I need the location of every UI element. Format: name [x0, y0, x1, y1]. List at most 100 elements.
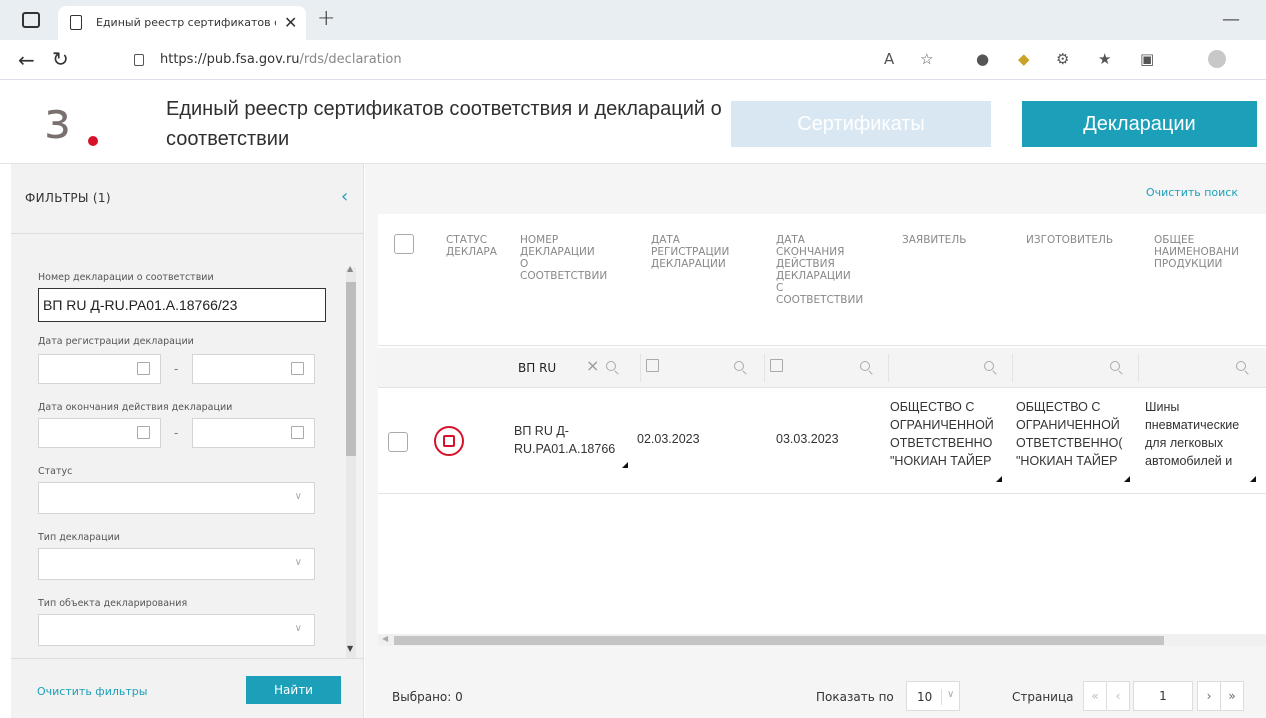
decl-number-input[interactable]: ВП RU Д-RU.PA01.A.18766/23 — [38, 288, 326, 322]
filters-footer: Очистить фильтры Найти — [11, 658, 364, 718]
window-menu-icon[interactable] — [22, 12, 40, 28]
site-logo[interactable]: з — [44, 96, 71, 146]
per-page-select[interactable]: 10 ∨ — [906, 681, 960, 711]
lock-icon[interactable] — [134, 54, 144, 66]
browser-tab[interactable]: Единый реестр сертификатов с ✕ — [58, 6, 306, 40]
clear-search-link[interactable]: Очистить поиск — [1146, 186, 1238, 199]
filter-row: ВП RU × — [378, 348, 1266, 388]
collapse-filters-icon[interactable]: ‹ — [341, 186, 348, 207]
cell-product: Шины пневматические для легковых автомоб… — [1145, 400, 1240, 468]
search-icon[interactable] — [734, 361, 744, 371]
cell-reg-date: 02.03.2023 — [637, 432, 700, 446]
declarations-tab[interactable]: Декларации — [1022, 101, 1257, 147]
status-stopped-icon — [434, 426, 464, 456]
status-label: Статус — [38, 466, 73, 477]
col-reg-date[interactable]: ДАТА РЕГИСТРАЦИИ ДЕКЛАРАЦИИ — [651, 234, 769, 270]
chevron-down-icon: ∨ — [294, 491, 302, 502]
back-icon[interactable]: ← — [18, 48, 35, 72]
scroll-left-icon[interactable]: ◀ — [382, 634, 388, 643]
first-page-button[interactable]: « — [1083, 681, 1107, 711]
minimize-icon[interactable]: — — [1222, 9, 1240, 30]
last-page-button[interactable]: » — [1220, 681, 1244, 711]
col-applicant[interactable]: ЗАЯВИТЕЛЬ — [902, 234, 1022, 246]
divider — [764, 354, 765, 382]
add-favorite-icon[interactable]: ☆ — [920, 50, 933, 68]
url-field[interactable]: https://pub.fsa.gov.ru/rds/declaration — [160, 52, 402, 67]
search-icon[interactable] — [984, 361, 994, 371]
chevron-down-icon: ∨ — [941, 689, 954, 705]
col-number[interactable]: НОМЕР ДЕКЛАРАЦИИ О СООТВЕТСТВИИ — [520, 234, 640, 282]
decl-type-select[interactable]: ∨ — [38, 548, 315, 580]
object-type-select[interactable]: ∨ — [38, 614, 315, 646]
col-manufacturer[interactable]: ИЗГОТОВИТЕЛЬ — [1026, 234, 1152, 246]
next-page-button[interactable]: › — [1197, 681, 1221, 711]
col-status[interactable]: СТАТУС ДЕКЛАРА — [446, 234, 504, 258]
search-icon[interactable] — [606, 361, 616, 371]
read-aloud-icon[interactable]: A — [884, 50, 894, 68]
table-row[interactable]: ВП RU Д- RU.PA01.A.18766 02.03.2023 03.0… — [378, 388, 1266, 494]
address-bar: ← ↻ https://pub.fsa.gov.ru/rds/declarati… — [0, 40, 1266, 80]
extension-icon[interactable]: ◆ — [1018, 50, 1030, 68]
reg-date-from[interactable] — [38, 354, 161, 384]
date-dash: - — [174, 426, 179, 440]
calendar-icon[interactable] — [137, 362, 150, 375]
page-number-input[interactable]: 1 — [1133, 681, 1193, 711]
collections-icon[interactable]: ▣ — [1140, 50, 1154, 68]
calendar-icon[interactable] — [137, 426, 150, 439]
cell-end-date: 03.03.2023 — [776, 432, 839, 446]
reload-icon[interactable]: ↻ — [52, 47, 69, 71]
scroll-down-icon[interactable]: ▼ — [347, 644, 353, 653]
per-page-value: 10 — [917, 690, 933, 704]
main-content: Очистить поиск СТАТУС ДЕКЛАРА НОМЕР ДЕКЛ… — [365, 164, 1266, 718]
extensions-puzzle-icon[interactable]: ⚙ — [1056, 50, 1069, 68]
end-date-to[interactable] — [192, 418, 315, 448]
clear-number-filter-icon[interactable]: × — [586, 356, 599, 375]
expand-corner-icon — [1250, 476, 1256, 482]
clear-filters-link[interactable]: Очистить фильтры — [37, 685, 147, 698]
number-filter-value[interactable]: ВП RU — [518, 361, 556, 375]
table-header: СТАТУС ДЕКЛАРА НОМЕР ДЕКЛАРАЦИИ О СООТВЕ… — [378, 214, 1266, 346]
new-tab-icon[interactable]: + — [317, 6, 335, 31]
row-checkbox[interactable] — [388, 432, 408, 452]
divider — [1012, 354, 1013, 382]
scroll-up-icon[interactable]: ▲ — [347, 264, 353, 273]
search-icon[interactable] — [860, 361, 870, 371]
status-select[interactable]: ∨ — [38, 482, 315, 514]
calendar-icon[interactable] — [770, 359, 783, 372]
decl-type-label: Тип декларации — [38, 532, 120, 543]
calendar-icon[interactable] — [291, 362, 304, 375]
page-label: Страница — [1012, 690, 1074, 704]
divider — [888, 354, 889, 382]
close-tab-icon[interactable]: ✕ — [284, 13, 297, 32]
site-title: Единый реестр сертификатов соответствия … — [166, 98, 722, 150]
cell-applicant: ОБЩЕСТВО С ОГРАНИЧЕННОЙ ОТВЕТСТВЕННО "НО… — [890, 400, 994, 468]
page-icon — [70, 15, 82, 30]
end-date-from[interactable] — [38, 418, 161, 448]
find-button[interactable]: Найти — [246, 676, 341, 704]
url-host: https://pub.fsa.gov.ru — [160, 52, 300, 67]
search-icon[interactable] — [1236, 361, 1246, 371]
object-type-label: Тип объекта декларирования — [38, 598, 188, 609]
filters-scroll-thumb[interactable] — [346, 282, 356, 456]
prev-page-button[interactable]: ‹ — [1106, 681, 1130, 711]
calendar-icon[interactable] — [646, 359, 659, 372]
tab-title: Единый реестр сертификатов с — [96, 16, 276, 29]
col-product[interactable]: ОБЩЕЕ НАИМЕНОВАНИ ПРОДУКЦИИ — [1154, 234, 1266, 270]
calendar-icon[interactable] — [291, 426, 304, 439]
reg-date-to[interactable] — [192, 354, 315, 384]
col-end-date[interactable]: ДАТА СКОНЧАНИЯ ДЕЙСТВИЯ ДЕКЛАРАЦИИ С СОО… — [776, 234, 894, 306]
logo-dot — [88, 136, 98, 146]
extension-globe-icon[interactable]: ● — [976, 50, 989, 68]
chevron-down-icon: ∨ — [294, 557, 302, 568]
url-path: /rds/declaration — [299, 52, 402, 67]
expand-corner-icon — [622, 462, 628, 468]
select-all-checkbox[interactable] — [394, 234, 414, 254]
profile-avatar[interactable] — [1208, 50, 1226, 68]
show-by-label: Показать по — [816, 690, 894, 704]
cell-number[interactable]: ВП RU Д- RU.PA01.A.18766 — [514, 422, 616, 458]
certificates-tab[interactable]: Сертификаты — [731, 101, 991, 147]
table-hscroll-thumb[interactable] — [394, 636, 1164, 645]
reg-date-label: Дата регистрации декларации — [38, 336, 194, 347]
search-icon[interactable] — [1110, 361, 1120, 371]
favorites-icon[interactable]: ★ — [1098, 50, 1111, 68]
